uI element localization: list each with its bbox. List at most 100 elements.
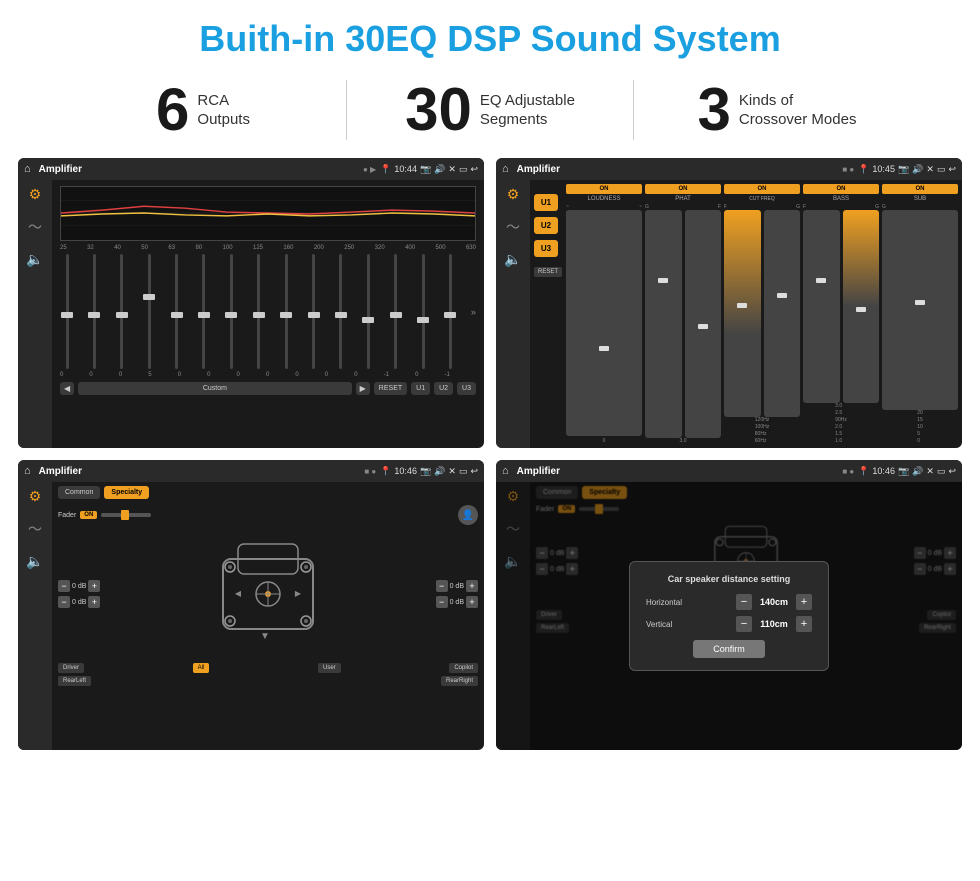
- common-tab[interactable]: Common: [58, 486, 100, 499]
- br-plus[interactable]: +: [466, 596, 478, 608]
- screen2-content: ⚙ 〜 🔈 U1 U2 U3 RESET: [496, 180, 962, 448]
- br-minus[interactable]: −: [436, 596, 448, 608]
- tl-minus[interactable]: −: [58, 580, 70, 592]
- eq-slider-11[interactable]: [361, 254, 375, 369]
- vertical-value: 110cm: [756, 619, 792, 629]
- eq-reset-button[interactable]: RESET: [374, 382, 407, 395]
- equalizer-icon[interactable]: ⚙: [29, 186, 42, 203]
- tr-minus[interactable]: −: [436, 580, 448, 592]
- sidebar-1: ⚙ 〜 🔈: [18, 180, 52, 448]
- bot-right-db: − 0 dB +: [436, 596, 478, 608]
- confirm-button[interactable]: Confirm: [693, 640, 765, 658]
- driver-label[interactable]: Driver: [58, 663, 84, 673]
- fader-row: Fader ON 👤: [58, 505, 478, 525]
- expand-icon[interactable]: »: [471, 307, 476, 317]
- eq-custom-button[interactable]: Custom: [78, 382, 351, 395]
- eq-slider-5[interactable]: [197, 254, 211, 369]
- vertical-plus[interactable]: +: [796, 616, 812, 632]
- tr-plus[interactable]: +: [466, 580, 478, 592]
- eq-slider-2[interactable]: [115, 254, 129, 369]
- eq-icon-2[interactable]: ⚙: [507, 186, 520, 203]
- home-icon-2[interactable]: ⌂: [502, 163, 509, 175]
- eq-slider-4[interactable]: [170, 254, 184, 369]
- fader-on-badge[interactable]: ON: [80, 511, 97, 519]
- phat-slider: GF 3.0: [645, 204, 721, 444]
- speaker-icon-2[interactable]: 🔈: [504, 251, 521, 268]
- channel-cutfreq: ON CUT FREQ FG 120Hz100Hz80Hz60Hz: [724, 184, 800, 444]
- home-icon-4[interactable]: ⌂: [502, 465, 509, 477]
- eq-next-button[interactable]: ▶: [356, 382, 370, 395]
- sub-on[interactable]: ON: [882, 184, 958, 194]
- rect-icon-4: ▭: [937, 466, 946, 477]
- status-icons-3: 📍 10:46 📷 🔊 ✕ ▭ ↩: [380, 466, 478, 477]
- rearright-label[interactable]: RearRight: [441, 676, 478, 686]
- eq-slider-0[interactable]: [60, 254, 74, 369]
- eq-sliders: »: [60, 254, 476, 369]
- sub-slider: G 20151050: [882, 204, 958, 444]
- loudness-label: LOUDNESS: [588, 196, 621, 202]
- eq-u3-button[interactable]: U3: [457, 382, 476, 395]
- horizontal-plus[interactable]: +: [796, 594, 812, 610]
- sub-tracks[interactable]: [882, 210, 958, 410]
- eq-slider-12[interactable]: [389, 254, 403, 369]
- bass-on[interactable]: ON: [803, 184, 879, 194]
- bl-plus[interactable]: +: [88, 596, 100, 608]
- eq-slider-14[interactable]: [443, 254, 457, 369]
- eq-slider-7[interactable]: [252, 254, 266, 369]
- all-label[interactable]: All: [193, 663, 210, 673]
- eq-prev-button[interactable]: ◀: [60, 382, 74, 395]
- sub-label: SUB: [914, 196, 926, 202]
- vertical-minus[interactable]: −: [736, 616, 752, 632]
- phat-tracks[interactable]: [645, 210, 721, 438]
- tl-plus[interactable]: +: [88, 580, 100, 592]
- fader-label: Fader: [58, 512, 76, 519]
- eq-slider-1[interactable]: [87, 254, 101, 369]
- wave-icon-2[interactable]: 〜: [506, 217, 520, 237]
- bass-tracks[interactable]: [803, 210, 879, 403]
- svg-text:▶: ▶: [295, 589, 302, 598]
- eq-u2-button[interactable]: U2: [434, 382, 453, 395]
- amp2-reset-button[interactable]: RESET: [534, 267, 562, 277]
- screen2-title: Amplifier: [517, 164, 839, 175]
- eq-slider-13[interactable]: [416, 254, 430, 369]
- speaker-icon-3[interactable]: 🔈: [26, 553, 43, 570]
- eq-icon-3[interactable]: ⚙: [29, 488, 42, 505]
- eq-u1-button[interactable]: U1: [411, 382, 430, 395]
- rect-icon-1: ▭: [459, 164, 468, 175]
- channel-loudness: ON LOUDNESS ~~ 0: [566, 184, 642, 444]
- u1-button[interactable]: U1: [534, 194, 558, 211]
- right-db-controls: − 0 dB + − 0 dB +: [436, 580, 478, 608]
- eq-slider-10[interactable]: [334, 254, 348, 369]
- cutfreq-on[interactable]: ON: [724, 184, 800, 194]
- loudness-tracks[interactable]: [566, 210, 642, 436]
- user-btn-3[interactable]: User: [318, 663, 341, 673]
- stats-row: 6 RCAOutputs 30 EQ AdjustableSegments 3 …: [0, 70, 980, 154]
- location-icon-2: 📍: [858, 164, 869, 175]
- u3-button[interactable]: U3: [534, 240, 558, 257]
- wave-icon[interactable]: 〜: [28, 217, 42, 237]
- location-icon-4: 📍: [858, 466, 869, 477]
- eq-slider-8[interactable]: [279, 254, 293, 369]
- horizontal-value: 140cm: [756, 597, 792, 607]
- status-bar-3: ⌂ Amplifier ■ ● 📍 10:46 📷 🔊 ✕ ▭ ↩: [18, 460, 484, 482]
- cutfreq-tracks[interactable]: [724, 210, 800, 417]
- phat-bottom-nums: 3.0: [680, 438, 687, 444]
- bl-minus[interactable]: −: [58, 596, 70, 608]
- eq-slider-6[interactable]: [224, 254, 238, 369]
- user-avatar[interactable]: 👤: [458, 505, 478, 525]
- copilot-label[interactable]: Copilot: [449, 663, 478, 673]
- horizontal-minus[interactable]: −: [736, 594, 752, 610]
- home-icon-1[interactable]: ⌂: [24, 163, 31, 175]
- br-value: 0 dB: [450, 599, 464, 606]
- eq-slider-3[interactable]: [142, 254, 156, 369]
- loudness-on[interactable]: ON: [566, 184, 642, 194]
- eq-slider-9[interactable]: [307, 254, 321, 369]
- phat-on[interactable]: ON: [645, 184, 721, 194]
- wave-icon-3[interactable]: 〜: [28, 519, 42, 539]
- specialty-tab[interactable]: Specialty: [104, 486, 149, 499]
- rearleft-label[interactable]: RearLeft: [58, 676, 91, 686]
- u2-button[interactable]: U2: [534, 217, 558, 234]
- fader-slider[interactable]: [101, 513, 151, 517]
- home-icon-3[interactable]: ⌂: [24, 465, 31, 477]
- speaker-icon[interactable]: 🔈: [26, 251, 43, 268]
